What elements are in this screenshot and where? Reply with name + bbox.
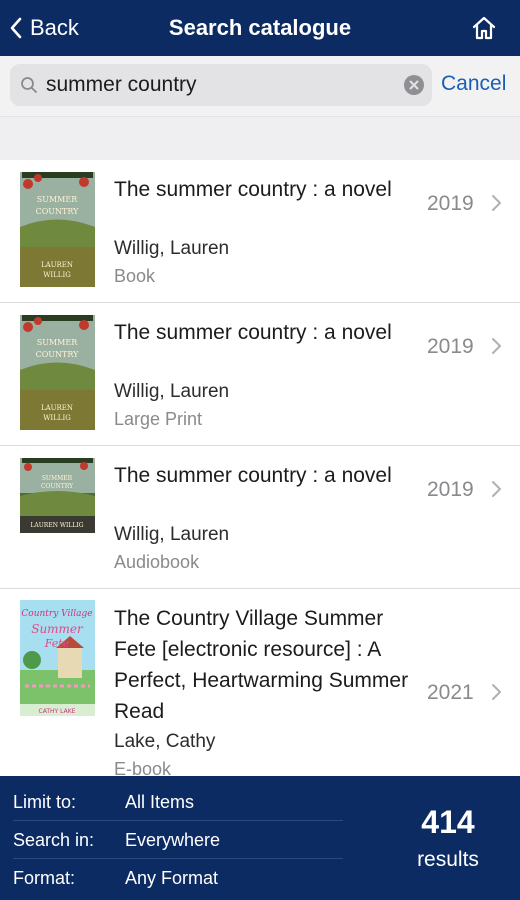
svg-text:LAUREN: LAUREN — [41, 261, 73, 269]
svg-text:SUMMER: SUMMER — [37, 195, 78, 204]
svg-text:WILLIG: WILLIG — [43, 414, 71, 422]
svg-text:Country Village: Country Village — [21, 609, 92, 619]
result-row[interactable]: SUMMER COUNTRY LAUREN WILLIG The summer … — [0, 160, 520, 303]
svg-text:LAUREN: LAUREN — [41, 404, 73, 412]
chevron-left-icon — [10, 17, 22, 39]
result-year: 2021 — [427, 681, 474, 704]
limit-to-label: Limit to: — [13, 791, 77, 812]
search-in-value: Everywhere — [125, 829, 221, 850]
nav-bar: Back Search catalogue — [0, 0, 520, 56]
page-title: Search catalogue — [168, 15, 352, 40]
results-list: SUMMER COUNTRY LAUREN WILLIG The summer … — [0, 160, 520, 776]
chevron-right-icon — [492, 338, 501, 354]
book-cover: SUMMER COUNTRY LAUREN WILLIG — [20, 458, 95, 533]
result-year: 2019 — [427, 192, 474, 215]
results-header-band — [0, 116, 520, 160]
result-author: Lake, Cathy — [114, 731, 216, 752]
svg-text:LAUREN WILLIG: LAUREN WILLIG — [30, 522, 83, 529]
result-title: The summer country : a novel — [114, 321, 392, 344]
result-format: Large Print — [114, 409, 203, 429]
svg-text:COUNTRY: COUNTRY — [36, 350, 80, 359]
search-in-label: Search in: — [13, 829, 95, 850]
result-row[interactable]: SUMMER COUNTRY LAUREN WILLIG The summer … — [0, 303, 520, 446]
clear-icon[interactable] — [404, 75, 424, 95]
format-value: Any Format — [125, 867, 219, 888]
search-icon — [21, 77, 37, 93]
svg-text:COUNTRY: COUNTRY — [36, 207, 80, 216]
cancel-button[interactable]: Cancel — [441, 72, 506, 96]
book-cover: Country Village Summer Fete CATHY LAKE — [20, 600, 95, 716]
result-year: 2019 — [427, 335, 474, 358]
limit-to-value: All Items — [125, 791, 195, 812]
result-row[interactable]: Country Village Summer Fete CATHY LAKE T… — [0, 589, 520, 776]
chevron-right-icon — [492, 481, 501, 497]
svg-text:Summer: Summer — [31, 622, 84, 636]
chevron-right-icon — [492, 684, 501, 700]
result-title: The Country Village Summer Fete [electro… — [114, 607, 409, 723]
filter-bar: Limit to: All Items Search in: Everywher… — [0, 776, 520, 900]
search-in-filter[interactable]: Search in: Everywhere — [0, 821, 350, 859]
result-title: The summer country : a novel — [114, 464, 392, 487]
svg-text:SUMMER: SUMMER — [42, 475, 73, 482]
search-bar: Cancel — [0, 56, 520, 116]
svg-text:SUMMER: SUMMER — [37, 338, 78, 347]
svg-text:COUNTRY: COUNTRY — [41, 483, 74, 490]
svg-text:CATHY LAKE: CATHY LAKE — [39, 708, 76, 715]
svg-text:Fete: Fete — [44, 637, 70, 650]
result-format: E-book — [114, 759, 172, 776]
back-label: Back — [30, 15, 79, 40]
chevron-right-icon — [492, 195, 501, 211]
book-cover: SUMMER COUNTRY LAUREN WILLIG — [20, 315, 95, 430]
format-label: Format: — [13, 867, 76, 888]
result-author: Willig, Lauren — [114, 524, 230, 545]
result-year: 2019 — [427, 478, 474, 501]
limit-to-filter[interactable]: Limit to: All Items — [0, 783, 350, 821]
result-author: Willig, Lauren — [114, 381, 230, 402]
result-count-label: results — [417, 848, 479, 871]
svg-text:WILLIG: WILLIG — [43, 271, 71, 279]
home-icon[interactable] — [470, 14, 498, 42]
book-cover: SUMMER COUNTRY LAUREN WILLIG — [20, 172, 95, 287]
search-field[interactable] — [10, 64, 432, 106]
search-input[interactable] — [46, 73, 391, 97]
result-format: Audiobook — [114, 552, 200, 572]
result-count: 414 — [421, 804, 475, 840]
result-format: Book — [114, 266, 156, 286]
result-author: Willig, Lauren — [114, 238, 230, 259]
format-filter[interactable]: Format: Any Format — [0, 859, 350, 897]
result-title: The summer country : a novel — [114, 178, 392, 201]
result-row[interactable]: SUMMER COUNTRY LAUREN WILLIG The summer … — [0, 446, 520, 589]
back-button[interactable]: Back — [8, 0, 79, 56]
